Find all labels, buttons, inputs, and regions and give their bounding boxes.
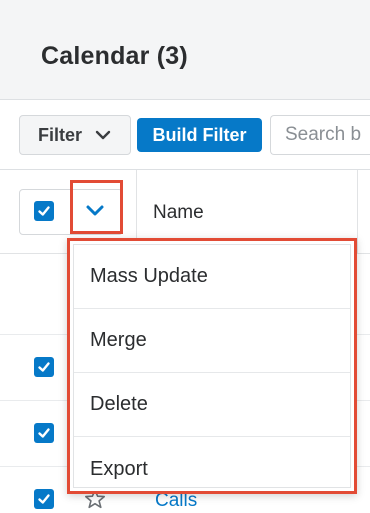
name-column-header[interactable]: Name	[153, 202, 204, 224]
select-all-checkbox[interactable]	[34, 201, 54, 221]
checkmark-icon	[38, 362, 50, 372]
menu-item-export[interactable]: Export	[74, 437, 350, 501]
row-checkbox[interactable]	[34, 357, 54, 377]
build-filter-button[interactable]: Build Filter	[137, 118, 262, 152]
filter-toolbar: Filter Build Filter Search b	[0, 100, 370, 170]
checkmark-icon	[38, 206, 50, 216]
menu-item-merge[interactable]: Merge	[74, 309, 350, 373]
dropdown-menu: Mass Update Merge Delete Export	[73, 244, 351, 488]
highlight-box-actions-toggle	[70, 180, 123, 234]
mass-actions-dropdown: Mass Update Merge Delete Export	[67, 238, 357, 494]
filter-dropdown-button[interactable]: Filter	[19, 115, 131, 155]
menu-item-delete[interactable]: Delete	[74, 373, 350, 437]
page-title: Calendar (3)	[41, 42, 188, 70]
filter-label: Filter	[38, 124, 83, 145]
checkmark-icon	[38, 428, 50, 438]
row-checkbox[interactable]	[34, 489, 54, 509]
page-header: Calendar (3)	[0, 0, 370, 100]
chevron-down-icon	[95, 130, 111, 140]
column-divider	[357, 170, 358, 254]
checkmark-icon	[38, 494, 50, 504]
row-checkbox[interactable]	[34, 423, 54, 443]
menu-item-mass-update[interactable]: Mass Update	[74, 245, 350, 309]
search-input[interactable]: Search b	[270, 115, 370, 155]
